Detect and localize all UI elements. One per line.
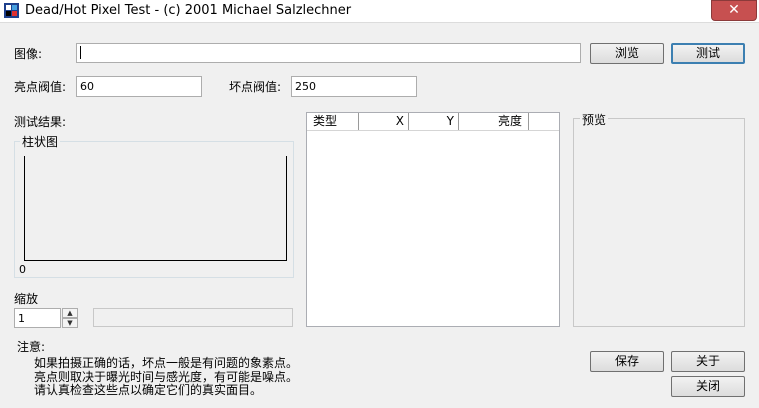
close-icon: ✕ (728, 2, 740, 18)
window-title: Dead/Hot Pixel Test - (c) 2001 Michael S… (25, 3, 352, 18)
column-header-x[interactable]: X (359, 113, 409, 130)
about-button[interactable]: 关于 (671, 351, 745, 372)
column-header-brightness[interactable]: 亮度 (459, 113, 529, 130)
close-button[interactable]: 关闭 (671, 376, 745, 397)
note-line-3: 请认真检查这些点以确定它们的真实面目。 (34, 383, 263, 397)
test-button[interactable]: 测试 (671, 43, 745, 64)
arrow-up-icon: ▲ (67, 309, 73, 317)
bright-threshold-label: 亮点阀值: (14, 80, 67, 94)
preview-group (573, 118, 745, 327)
histogram-plot-area (24, 156, 287, 261)
column-header-y[interactable]: Y (409, 113, 459, 130)
results-label: 测试结果: (14, 115, 67, 129)
note-line-1: 如果拍摄正确的话，坏点一般是有问题的象素点。 (34, 356, 299, 370)
preview-caption: 预览 (580, 111, 609, 128)
zoom-label: 缩放 (14, 292, 39, 306)
histogram-zero-label: 0 (19, 263, 26, 276)
save-button[interactable]: 保存 (590, 351, 664, 372)
dead-threshold-input[interactable]: 250 (291, 76, 417, 97)
zoom-up-button[interactable]: ▲ (62, 308, 78, 318)
dead-threshold-label: 坏点阀值: (229, 80, 282, 94)
pixel-list[interactable]: 类型 X Y 亮度 (306, 112, 560, 327)
zoom-down-button[interactable]: ▼ (62, 318, 78, 328)
progress-bar (93, 308, 293, 327)
app-icon (4, 3, 19, 18)
image-label: 图像: (14, 47, 43, 61)
text-caret (80, 46, 81, 59)
histogram-caption: 柱状图 (20, 133, 61, 150)
image-path-input[interactable] (76, 43, 581, 63)
pixel-list-header: 类型 X Y 亮度 (307, 113, 559, 131)
browse-button[interactable]: 浏览 (590, 43, 664, 64)
column-header-type[interactable]: 类型 (307, 113, 359, 130)
bright-threshold-input[interactable]: 60 (76, 76, 202, 97)
arrow-down-icon: ▼ (67, 319, 73, 327)
close-window-button[interactable]: ✕ (711, 0, 757, 21)
zoom-input[interactable]: 1 (14, 308, 61, 328)
notes-title: 注意: (17, 340, 46, 354)
